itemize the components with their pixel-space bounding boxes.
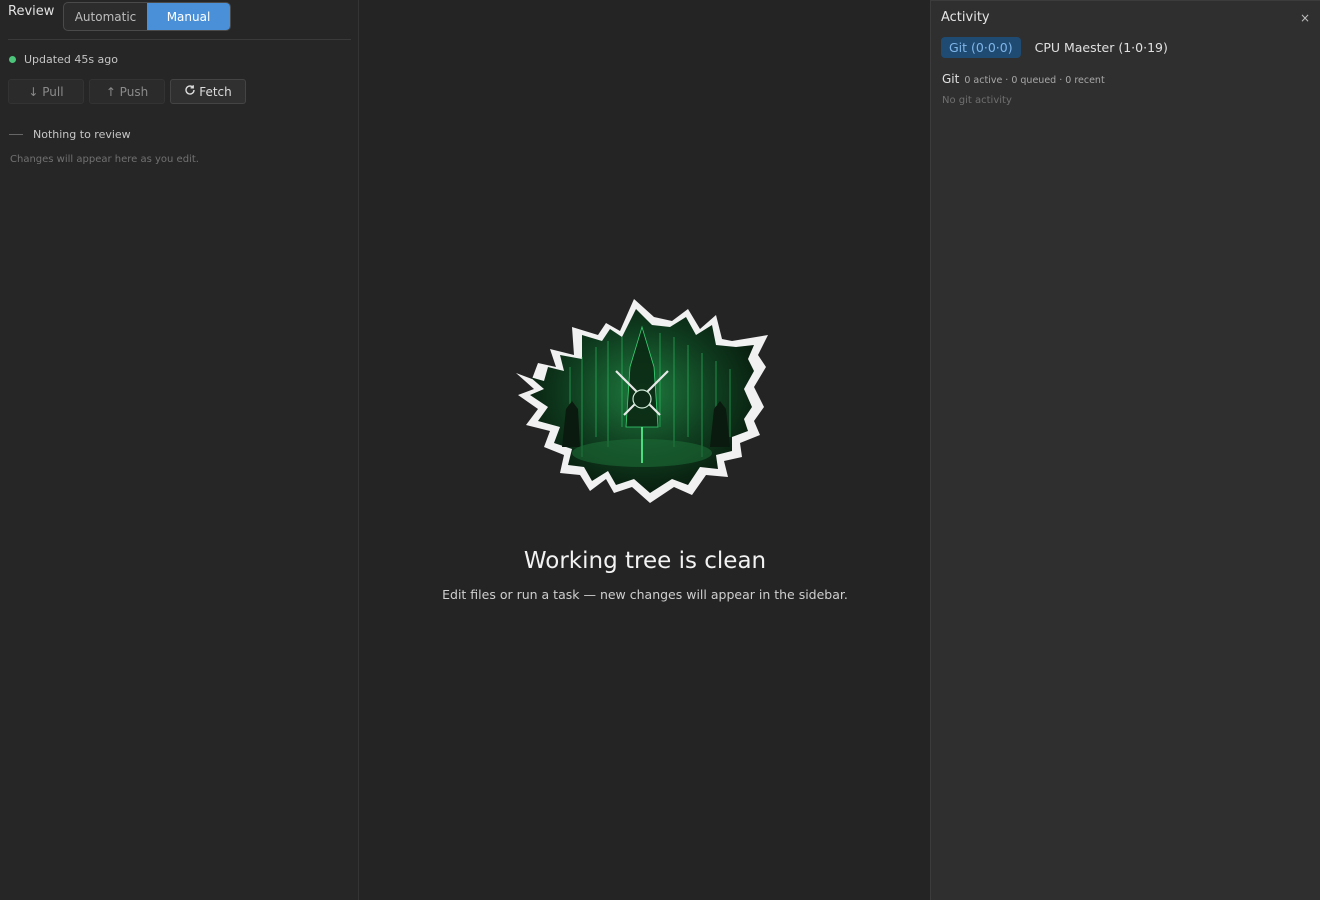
tab-git[interactable]: Git (0·0·0) — [941, 37, 1021, 58]
pull-label: ↓ Pull — [28, 84, 64, 99]
git-summary: Git 0 active · 0 queued · 0 recent — [942, 72, 1105, 86]
close-icon[interactable]: × — [1300, 11, 1310, 25]
push-button[interactable]: ↑ Push — [89, 79, 165, 104]
update-status: Updated 45s ago — [9, 53, 118, 66]
git-actions: ↓ Pull ↑ Push Fetch — [8, 79, 246, 104]
tab-cpu-maester[interactable]: CPU Maester (1·0·19) — [1033, 37, 1170, 58]
torn-paper-matrix-image — [516, 299, 768, 503]
refresh-icon — [184, 84, 196, 99]
empty-review-row: Nothing to review — [9, 128, 131, 141]
fetch-button[interactable]: Fetch — [170, 79, 246, 104]
dash-icon — [9, 134, 23, 135]
git-label: Git — [942, 72, 960, 86]
mode-automatic-button[interactable]: Automatic — [64, 3, 147, 30]
empty-review-hint: Changes will appear here as you edit. — [10, 154, 199, 165]
push-label: ↑ Push — [105, 84, 149, 99]
activity-tabs: Git (0·0·0) CPU Maester (1·0·19) — [941, 37, 1170, 58]
status-text: Updated 45s ago — [24, 53, 118, 66]
review-header: Review Automatic Manual — [8, 2, 351, 40]
git-empty-text: No git activity — [942, 95, 1012, 106]
review-title: Review — [8, 4, 55, 19]
main-content: Working tree is clean Edit files or run … — [360, 0, 930, 900]
git-stats: 0 active · 0 queued · 0 recent — [964, 75, 1105, 86]
activity-panel: Activity × Git (0·0·0) CPU Maester (1·0·… — [930, 0, 1320, 900]
clean-subtitle: Edit files or run a task — new changes w… — [442, 587, 848, 602]
review-sidebar: Review Automatic Manual Updated 45s ago … — [0, 0, 359, 900]
activity-title: Activity — [941, 10, 990, 25]
pull-button[interactable]: ↓ Pull — [8, 79, 84, 104]
review-mode-toggle: Automatic Manual — [63, 2, 231, 31]
clean-title: Working tree is clean — [523, 548, 767, 574]
status-dot-icon — [9, 56, 16, 63]
fetch-label: Fetch — [199, 84, 232, 99]
empty-review-title: Nothing to review — [33, 128, 131, 141]
mode-manual-button[interactable]: Manual — [147, 3, 230, 30]
